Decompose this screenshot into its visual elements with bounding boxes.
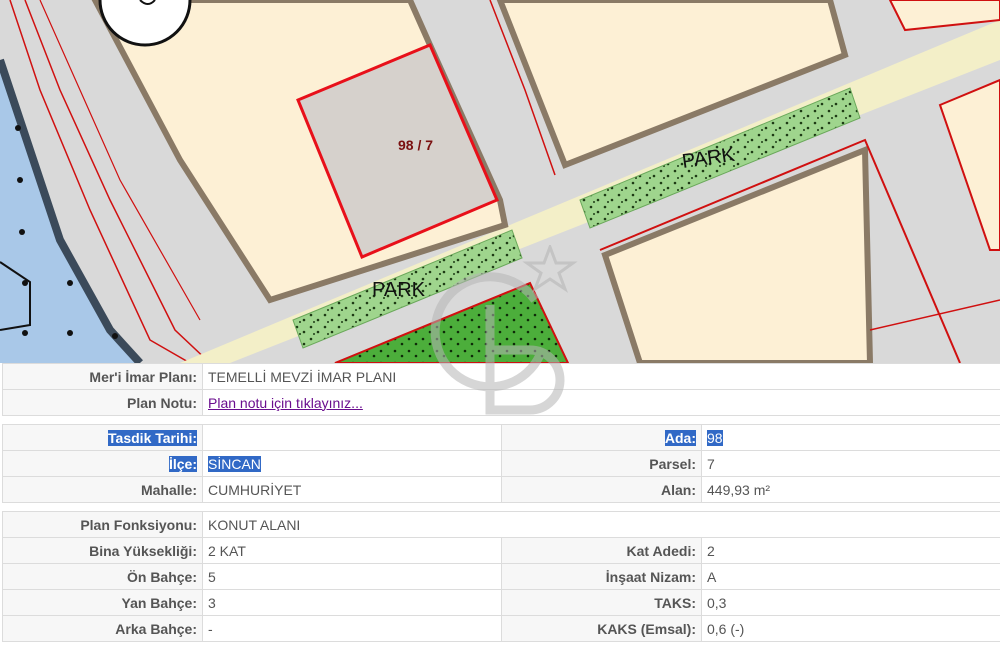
- arka-bahce-label: Arka Bahçe:: [2, 615, 203, 642]
- zoning-map[interactable]: 98 / 7 PARK PARK: [0, 0, 1000, 363]
- ilce-label: İlçe:: [168, 455, 197, 472]
- yan-bahce-value: 3: [202, 589, 502, 616]
- table-row: Bina Yüksekliği: 2 KAT Kat Adedi: 2: [2, 537, 1000, 564]
- kat-label: Kat Adedi:: [501, 537, 702, 564]
- mahalle-label: Mahalle:: [2, 476, 203, 503]
- kaks-label: KAKS (Emsal):: [501, 615, 702, 642]
- fonksiyon-label: Plan Fonksiyonu:: [2, 511, 203, 538]
- bina-value: 2 KAT: [202, 537, 502, 564]
- table-row: Mer'i İmar Planı: TEMELLİ MEVZİ İMAR PLA…: [2, 363, 1000, 390]
- table-row: İlçe: SİNCAN Parsel: 7: [2, 450, 1000, 477]
- on-bahce-value: 5: [202, 563, 502, 590]
- nizam-value: A: [701, 563, 1000, 590]
- taks-label: TAKS:: [501, 589, 702, 616]
- yan-bahce-label: Yan Bahçe:: [2, 589, 203, 616]
- parcel-info-table: Mer'i İmar Planı: TEMELLİ MEVZİ İMAR PLA…: [2, 363, 1000, 642]
- bina-label: Bina Yüksekliği:: [2, 537, 203, 564]
- ilce-value: SİNCAN: [208, 455, 261, 472]
- table-row: Mahalle: CUMHURİYET Alan: 449,93 m²: [2, 476, 1000, 503]
- table-row: Ön Bahçe: 5 İnşaat Nizam: A: [2, 563, 1000, 590]
- alan-label: Alan:: [501, 476, 702, 503]
- zoning-map-canvas: 98 / 7 PARK PARK: [0, 0, 1000, 363]
- alan-value: 449,93 m²: [701, 476, 1000, 503]
- table-row: Tasdik Tarihi: Ada: 98: [2, 424, 1000, 451]
- mahalle-value: CUMHURİYET: [202, 476, 502, 503]
- table-row: Arka Bahçe: - KAKS (Emsal): 0,6 (-): [2, 615, 1000, 642]
- parcel-label: 98 / 7: [398, 137, 433, 153]
- plan-note-link[interactable]: Plan notu için tıklayınız...: [208, 395, 363, 411]
- table-row: Yan Bahçe: 3 TAKS: 0,3: [2, 589, 1000, 616]
- table-row: Plan Fonksiyonu: KONUT ALANI: [2, 511, 1000, 538]
- ada-label: Ada:: [664, 429, 696, 446]
- fonksiyon-value: KONUT ALANI: [202, 511, 1000, 538]
- on-bahce-label: Ön Bahçe:: [2, 563, 203, 590]
- park-label-2: PARK: [372, 279, 426, 301]
- tasdik-value: [202, 424, 502, 451]
- parsel-label: Parsel:: [501, 450, 702, 477]
- kaks-value: 0,6 (-): [701, 615, 1000, 642]
- ada-value: 98: [707, 429, 723, 446]
- tasdik-label: Tasdik Tarihi:: [108, 429, 197, 446]
- parcel-info-panel: Mer'i İmar Planı: TEMELLİ MEVZİ İMAR PLA…: [0, 363, 1000, 664]
- plan-label: Mer'i İmar Planı:: [2, 363, 203, 390]
- kat-value: 2: [701, 537, 1000, 564]
- nizam-label: İnşaat Nizam:: [501, 563, 702, 590]
- taks-value: 0,3: [701, 589, 1000, 616]
- table-row: Plan Notu: Plan notu için tıklayınız...: [2, 389, 1000, 416]
- plan-value: TEMELLİ MEVZİ İMAR PLANI: [202, 363, 1000, 390]
- arka-bahce-value: -: [202, 615, 502, 642]
- plan-note-label: Plan Notu:: [2, 389, 203, 416]
- parsel-value: 7: [701, 450, 1000, 477]
